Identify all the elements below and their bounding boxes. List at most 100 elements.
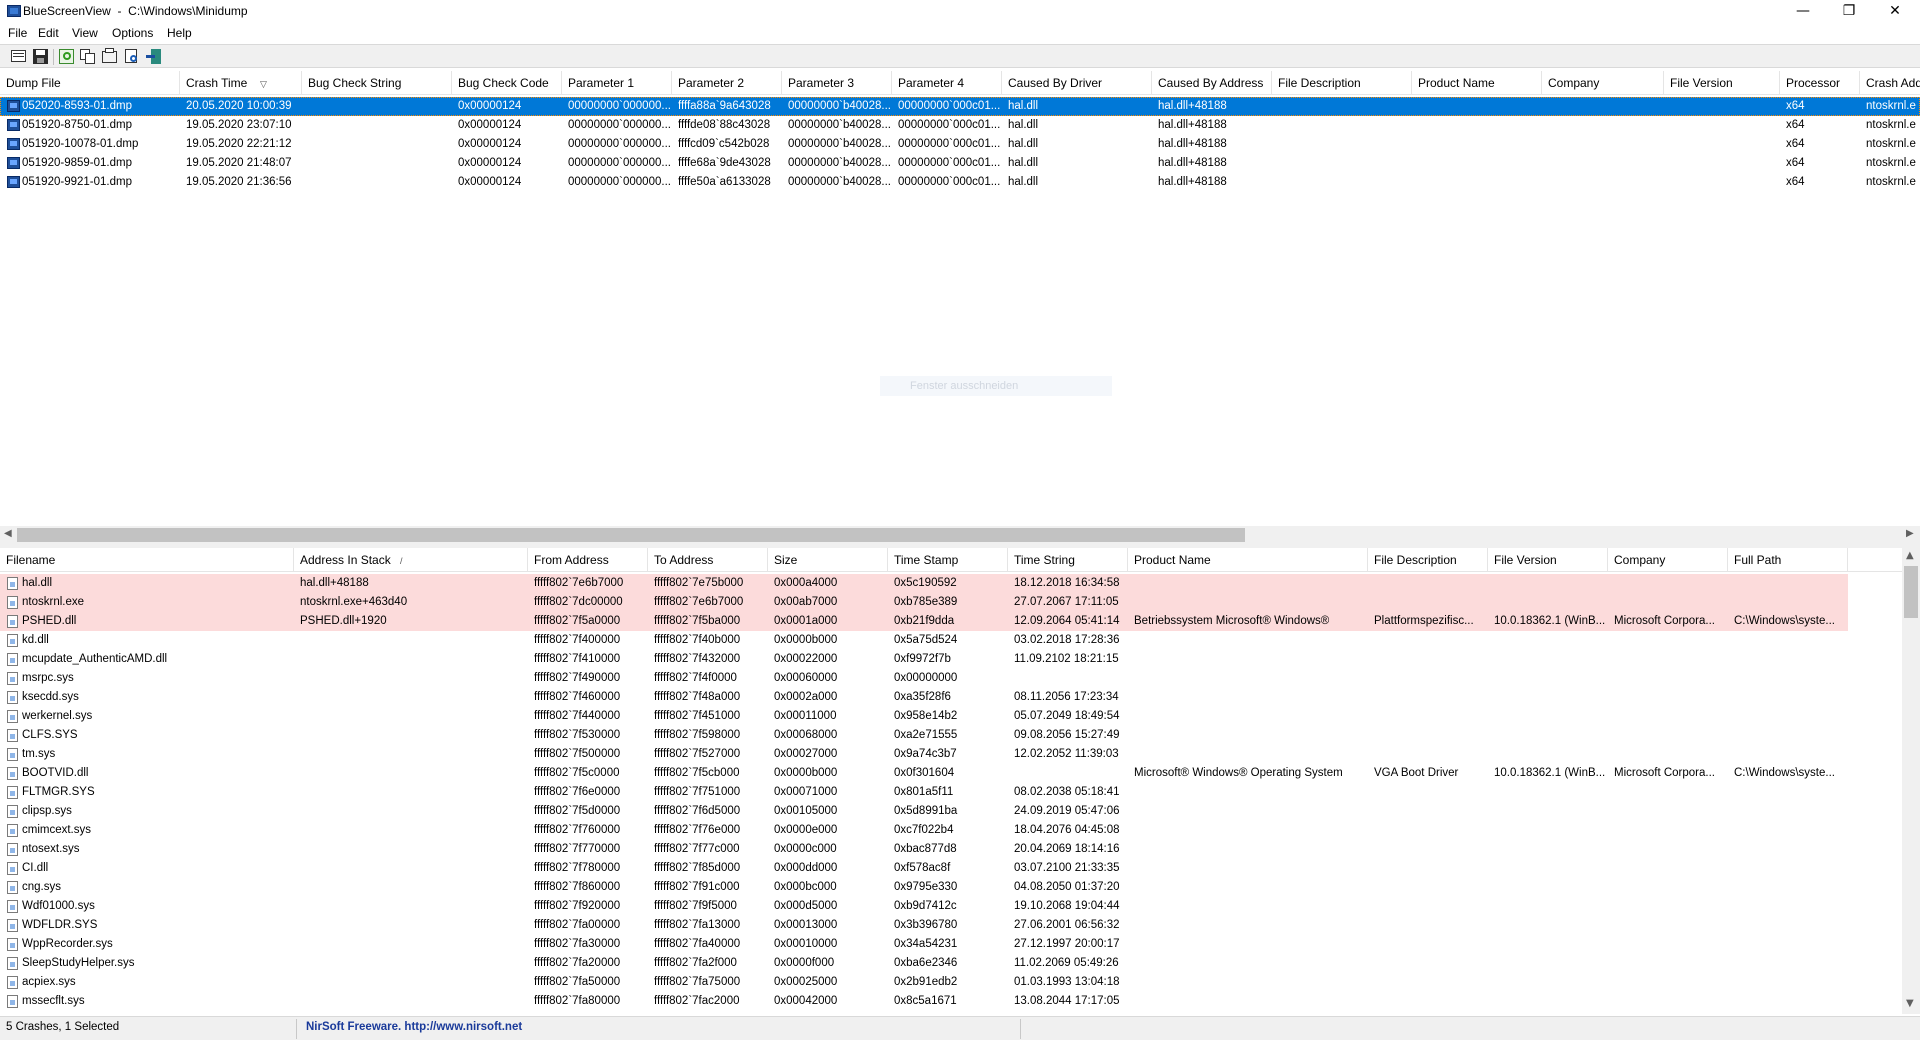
col-company-drivers[interactable]: Company: [1608, 548, 1728, 572]
driver-list-vertical-scrollbar[interactable]: ▲ ▼: [1902, 548, 1920, 1014]
menu-help[interactable]: Help: [167, 26, 192, 40]
driver-row[interactable]: acpiex.sys fffff802`7fa50000 fffff802`7fa7…: [0, 973, 1902, 992]
col-company[interactable]: Company: [1542, 71, 1664, 95]
driver-file-icon: [7, 748, 18, 761]
copy-icon[interactable]: [79, 48, 97, 65]
driver-row[interactable]: CI.dll fffff802`7f780000 fffff802`7f85d000…: [0, 859, 1902, 878]
driver-row[interactable]: FLTMGR.SYS fffff802`7f6e0000 fffff802`7f75…: [0, 783, 1902, 802]
restore-button[interactable]: ❐: [1826, 0, 1872, 24]
cell-bug-check-code: 0x00000124: [458, 138, 522, 150]
col-parameter-1[interactable]: Parameter 1: [562, 71, 672, 95]
col-parameter-2[interactable]: Parameter 2: [672, 71, 782, 95]
cell-file-version: [1488, 973, 1608, 992]
col-parameter-3[interactable]: Parameter 3: [782, 71, 892, 95]
driver-row[interactable]: WppRecorder.sys fffff802`7fa30000 fffff802…: [0, 935, 1902, 954]
driver-row[interactable]: Wdf01000.sys fffff802`7f920000 fffff802`7f…: [0, 897, 1902, 916]
driver-row[interactable]: mssecflt.sys fffff802`7fa80000 fffff802`7f…: [0, 992, 1902, 1011]
driver-row[interactable]: BOOTVID.dll fffff802`7f5c0000 fffff802`7f5…: [0, 764, 1902, 783]
col-product-name[interactable]: Product Name: [1412, 71, 1542, 95]
scroll-right-icon[interactable]: ▶: [1906, 528, 1914, 539]
col-filename[interactable]: Filename: [0, 548, 294, 572]
sort-arrow-icon: ▽: [260, 79, 267, 89]
col-crash-address[interactable]: Crash Add: [1860, 71, 1920, 95]
col-caused-by-driver[interactable]: Caused By Driver: [1002, 71, 1152, 95]
driver-row[interactable]: kd.dll fffff802`7f400000 fffff802`7f40b000…: [0, 631, 1902, 650]
cell-company: [1608, 916, 1728, 935]
cell-address-in-stack: [294, 783, 528, 802]
cell-time-string: 12.09.2064 05:41:14: [1008, 612, 1128, 631]
crash-row[interactable]: 051920-9921-01.dmp 19.05.2020 21:36:56 0x0…: [0, 173, 1920, 192]
close-button[interactable]: ✕: [1872, 0, 1918, 24]
crash-row[interactable]: 052020-8593-01.dmp 20.05.2020 10:00:39 0x0…: [0, 97, 1920, 116]
driver-row[interactable]: werkernel.sys fffff802`7f440000 fffff802`7…: [0, 707, 1902, 726]
col-from-address[interactable]: From Address: [528, 548, 648, 572]
cell-to-address: fffff802`7fa75000: [654, 976, 741, 988]
col-time-string[interactable]: Time String: [1008, 548, 1128, 572]
cell-to-address: fffff802`7fac2000: [654, 995, 740, 1007]
cell-size: 0x0000c000: [774, 843, 837, 855]
col-file-version-drivers[interactable]: File Version: [1488, 548, 1608, 572]
col-caused-by-address[interactable]: Caused By Address: [1152, 71, 1272, 95]
crash-list-horizontal-scrollbar[interactable]: ◀ ▶: [0, 526, 1920, 544]
col-time-stamp[interactable]: Time Stamp: [888, 548, 1008, 572]
col-bug-check-string[interactable]: Bug Check String: [302, 71, 452, 95]
driver-list[interactable]: Filename Address In Stack / From Address…: [0, 548, 1902, 1014]
driver-row[interactable]: cmimcext.sys fffff802`7f760000 fffff802`7f…: [0, 821, 1902, 840]
find-icon[interactable]: [123, 48, 141, 65]
driver-row[interactable]: ntoskrnl.exe ntoskrnl.exe+463d40 fffff802`…: [0, 593, 1902, 612]
col-crash-time[interactable]: Crash Time: [180, 71, 302, 95]
col-processor[interactable]: Processor: [1780, 71, 1860, 95]
menu-edit[interactable]: Edit: [38, 26, 59, 40]
driver-row[interactable]: ksecdd.sys fffff802`7f460000 fffff802`7f48…: [0, 688, 1902, 707]
driver-row[interactable]: mcupdate_AuthenticAMD.dll fffff802`7f4100…: [0, 650, 1902, 669]
driver-row[interactable]: PSHED.dll PSHED.dll+1920 fffff802`7f5a0000…: [0, 612, 1902, 631]
driver-row[interactable]: SleepStudyHelper.sys fffff802`7fa20000 fff…: [0, 954, 1902, 973]
driver-row[interactable]: CLFS.SYS fffff802`7f530000 fffff802`7f5980…: [0, 726, 1902, 745]
driver-row[interactable]: hal.dll hal.dll+48188 fffff802`7e6b7000 fff…: [0, 574, 1902, 593]
cell-from-address: fffff802`7f500000: [534, 748, 621, 760]
col-product-name-drivers[interactable]: Product Name: [1128, 548, 1368, 572]
col-dump-file[interactable]: Dump File: [0, 71, 180, 95]
horizontal-scroll-thumb[interactable]: [17, 528, 1245, 542]
scroll-left-icon[interactable]: ◀: [4, 528, 12, 539]
col-file-version[interactable]: File Version: [1664, 71, 1780, 95]
properties-icon[interactable]: [10, 48, 28, 65]
driver-row[interactable]: ntosext.sys fffff802`7f770000 fffff802`7f7…: [0, 840, 1902, 859]
col-address-in-stack[interactable]: Address In Stack: [294, 548, 528, 572]
col-file-description[interactable]: File Description: [1272, 71, 1412, 95]
cell-filename: cmimcext.sys: [22, 824, 91, 836]
cell-file-version: [1488, 726, 1608, 745]
driver-row[interactable]: tm.sys fffff802`7f500000 fffff802`7f527000…: [0, 745, 1902, 764]
driver-row[interactable]: msrpc.sys fffff802`7f490000 fffff802`7f4f0…: [0, 669, 1902, 688]
minimize-button[interactable]: —: [1780, 0, 1826, 24]
crash-row[interactable]: 051920-10078-01.dmp 19.05.2020 22:21:12 0x…: [0, 135, 1920, 154]
html-report-icon[interactable]: [101, 48, 119, 65]
col-full-path[interactable]: Full Path: [1728, 548, 1848, 572]
crash-row[interactable]: 051920-8750-01.dmp 19.05.2020 23:07:10 0x0…: [0, 116, 1920, 135]
menu-options[interactable]: Options: [112, 26, 153, 40]
crash-row[interactable]: 051920-9859-01.dmp 19.05.2020 21:48:07 0x0…: [0, 154, 1920, 173]
scroll-up-icon[interactable]: ▲: [1906, 550, 1914, 561]
nirsoft-link[interactable]: NirSoft Freeware. http://www.nirsoft.net: [306, 1021, 522, 1033]
save-icon[interactable]: [32, 48, 50, 65]
cell-file-version: [1488, 916, 1608, 935]
driver-row[interactable]: cng.sys fffff802`7f860000 fffff802`7f91c00…: [0, 878, 1902, 897]
cell-full-path: [1728, 631, 1848, 650]
col-file-description-drivers[interactable]: File Description: [1368, 548, 1488, 572]
vertical-scroll-thumb[interactable]: [1904, 566, 1918, 618]
refresh-icon[interactable]: [58, 48, 76, 65]
cell-file-description: [1368, 726, 1488, 745]
menu-view[interactable]: View: [72, 26, 98, 40]
crash-list[interactable]: Dump File Crash Time ▽ Bug Check String …: [0, 69, 1920, 526]
driver-row[interactable]: clipsp.sys fffff802`7f5d0000 fffff802`7f6d…: [0, 802, 1902, 821]
cell-from-address: fffff802`7f440000: [534, 710, 621, 722]
cell-from-address: fffff802`7f5c0000: [534, 767, 620, 779]
col-bug-check-code[interactable]: Bug Check Code: [452, 71, 562, 95]
col-parameter-4[interactable]: Parameter 4: [892, 71, 1002, 95]
driver-row[interactable]: WDFLDR.SYS fffff802`7fa00000 fffff802`7fa1…: [0, 916, 1902, 935]
exit-icon[interactable]: [145, 48, 163, 65]
scroll-down-icon[interactable]: ▼: [1906, 998, 1914, 1009]
col-to-address[interactable]: To Address: [648, 548, 768, 572]
col-size[interactable]: Size: [768, 548, 888, 572]
menu-file[interactable]: File: [8, 26, 27, 40]
